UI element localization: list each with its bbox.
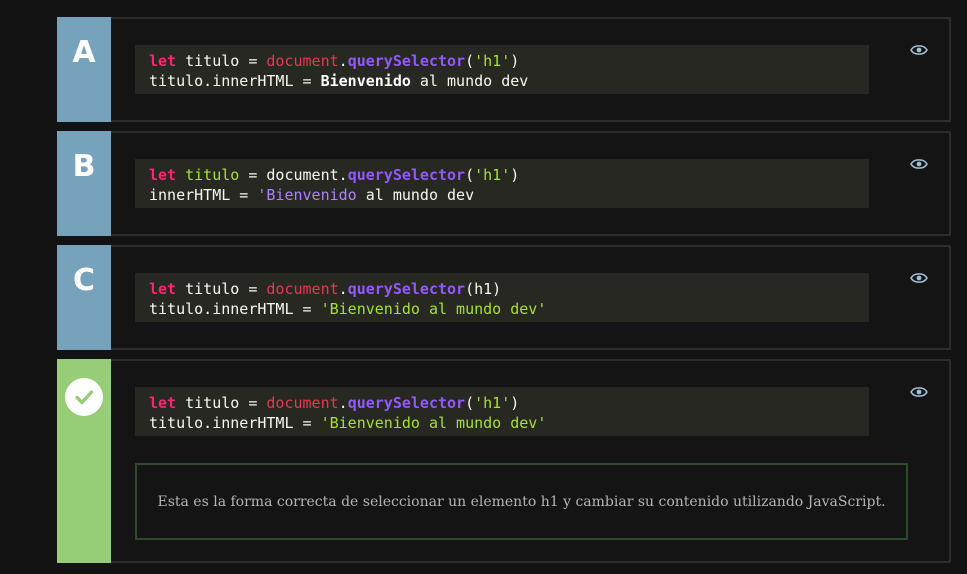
option-letter-strip: A <box>57 17 111 122</box>
option-letter: C <box>72 263 96 298</box>
eye-icon[interactable] <box>910 43 928 57</box>
explanation-box: Esta es la forma correcta de seleccionar… <box>135 463 908 540</box>
option-b[interactable]: B let titulo = document.querySelector('h… <box>57 131 951 236</box>
option-letter: B <box>72 149 96 184</box>
code-block: let titulo = document.querySelector('h1'… <box>135 387 869 436</box>
option-a[interactable]: A let titulo = document.querySelector('h… <box>57 17 951 122</box>
code-line-2: titulo.innerHTML = 'Bienvenido al mundo … <box>149 300 547 318</box>
option-letter: A <box>72 35 96 70</box>
code-line-1: let titulo = document.querySelector('h1'… <box>149 394 520 412</box>
code-line-2: innerHTML = 'Bienvenido al mundo dev <box>149 186 475 204</box>
check-icon <box>65 378 103 416</box>
explanation-text: Esta es la forma correcta de seleccionar… <box>157 493 886 510</box>
eye-icon[interactable] <box>910 157 928 171</box>
code-block: let titulo = document.querySelector('h1'… <box>135 45 869 94</box>
option-letter-strip-correct <box>57 359 111 563</box>
code-line-2: titulo.innerHTML = Bienvenido al mundo d… <box>149 72 529 90</box>
code-line-1: let titulo = document.querySelector('h1'… <box>149 166 520 184</box>
option-d-correct[interactable]: let titulo = document.querySelector('h1'… <box>57 359 951 563</box>
code-line-1: let titulo = document.querySelector('h1'… <box>149 52 520 70</box>
code-block: let titulo = document.querySelector('h1'… <box>135 159 869 208</box>
code-line-2: titulo.innerHTML = 'Bienvenido al mundo … <box>149 414 547 432</box>
option-c[interactable]: C let titulo = document.querySelector(h1… <box>57 245 951 350</box>
eye-icon[interactable] <box>910 385 928 399</box>
eye-icon[interactable] <box>910 271 928 285</box>
code-line-1: let titulo = document.querySelector(h1) <box>149 280 502 298</box>
option-letter-strip: C <box>57 245 111 350</box>
option-letter-strip: B <box>57 131 111 236</box>
code-block: let titulo = document.querySelector(h1) … <box>135 273 869 322</box>
